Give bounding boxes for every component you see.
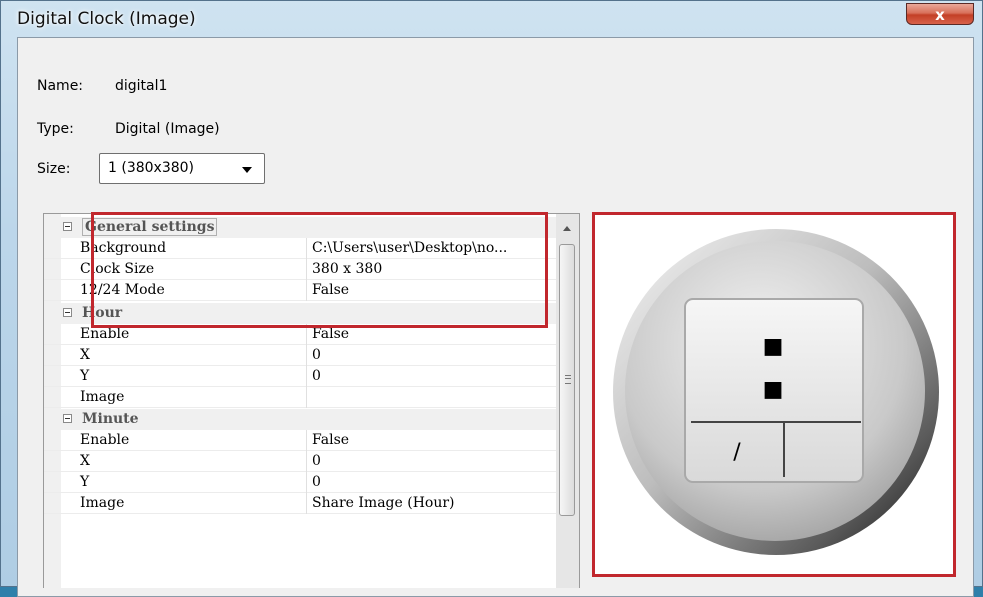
colon-bottom: ■ [763,377,784,402]
grid-row[interactable]: X 0 [44,451,556,472]
type-value: Digital (Image) [115,121,220,137]
grip-icon [565,375,571,384]
close-button[interactable]: x [906,3,974,25]
property-value[interactable]: 0 [312,453,552,469]
grid-row[interactable]: Image Share Image (Hour) [44,493,556,514]
property-value[interactable]: 0 [312,368,552,384]
name-value: digital1 [115,78,168,94]
clock-preview-image: ■ ■ / [613,229,939,555]
column-divider [306,493,307,514]
property-name: Enable [80,326,130,342]
collapse-icon[interactable] [63,308,72,317]
grid-row[interactable]: Image [44,387,556,408]
property-value[interactable]: False [312,432,552,448]
scroll-up-arrow-icon[interactable] [563,226,571,231]
column-divider [306,366,307,387]
grid-row[interactable]: Y 0 [44,472,556,493]
property-value[interactable]: Share Image (Hour) [312,495,552,511]
type-label: Type: [37,121,74,137]
size-dropdown[interactable]: 1 (380x380) [99,153,265,184]
category-minute[interactable]: Minute [44,409,556,430]
dialog-window: Digital Clock (Image) x Name: digital1 T… [0,0,983,597]
colon-top: ■ [763,334,784,359]
slash-glyph: / [733,440,741,465]
chevron-down-icon[interactable] [242,167,252,173]
window-title: Digital Clock (Image) [17,9,196,29]
property-name: Enable [80,432,130,448]
property-name: Image [80,389,125,405]
name-label: Name: [37,78,84,94]
clock-preview: ■ ■ / [592,212,956,577]
title-bar[interactable]: Digital Clock (Image) x [1,1,982,37]
size-dropdown-value: 1 (380x380) [108,160,195,176]
property-name: X [80,347,90,363]
column-divider [306,387,307,408]
collapse-icon[interactable] [63,222,72,231]
property-value[interactable]: False [312,326,552,342]
property-name: Image [80,495,125,511]
highlight-general-settings [91,212,548,328]
property-name: Y [80,368,90,384]
property-name: Y [80,474,90,490]
property-name: X [80,453,90,469]
grid-row[interactable]: X 0 [44,345,556,366]
scroll-thumb[interactable] [559,244,575,516]
size-label: Size: [37,161,71,177]
grid-row[interactable]: Y 0 [44,366,556,387]
column-divider [306,345,307,366]
vertical-scrollbar[interactable] [556,214,579,588]
category-title: Minute [82,411,139,427]
collapse-icon[interactable] [63,414,72,423]
property-value[interactable]: 0 [312,474,552,490]
column-divider [306,430,307,451]
column-divider [306,472,307,493]
grid-row[interactable]: Enable False [44,430,556,451]
property-value[interactable]: 0 [312,347,552,363]
column-divider [306,451,307,472]
